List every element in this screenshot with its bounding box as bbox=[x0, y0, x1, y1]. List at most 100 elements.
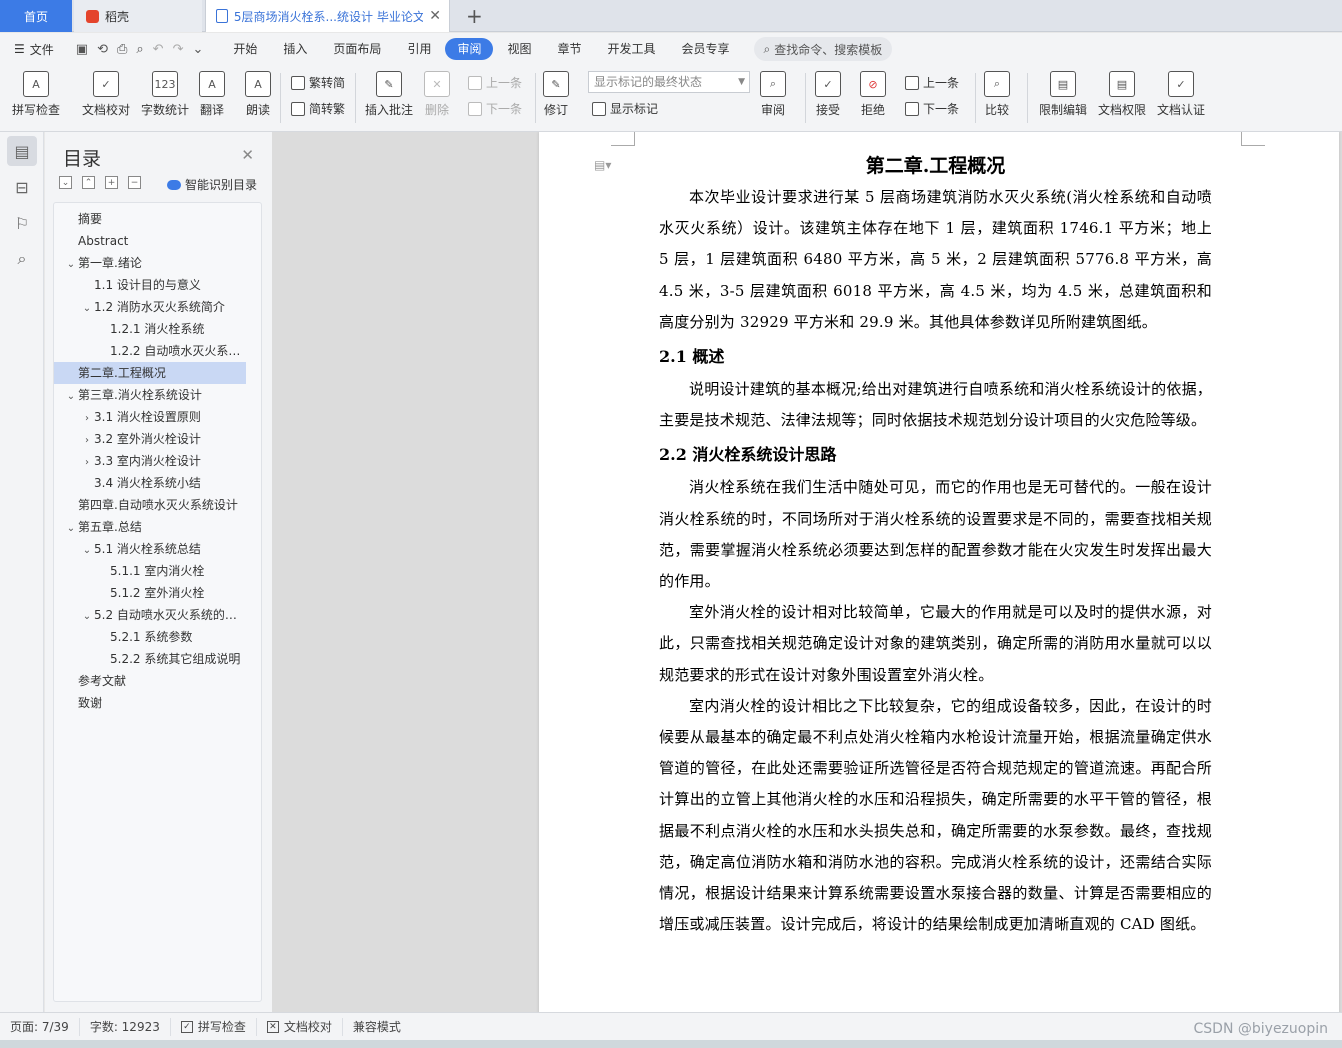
chevron-down-icon[interactable]: ⌄ bbox=[80, 298, 94, 318]
toc-item-label: 5.2 自动喷水灭火系统的总结 bbox=[94, 608, 246, 622]
toc-item[interactable]: ⌄ 5.2 自动喷水灭火系统的总结 bbox=[54, 604, 246, 626]
toc-item[interactable]: 1.2.2 自动喷水灭火系统简介 bbox=[54, 340, 246, 362]
toc-item[interactable]: 致谢 bbox=[54, 692, 246, 714]
spell-check-toggle[interactable]: ✓ 拼写检查 bbox=[171, 1017, 257, 1036]
translate-button[interactable]: A 翻译 bbox=[199, 71, 225, 118]
toc-item[interactable]: 参考文献 bbox=[54, 670, 246, 692]
page-count: 页面: 7/39 bbox=[10, 1020, 69, 1034]
toc-panel-icon[interactable]: ▤ bbox=[7, 136, 37, 166]
prev-comment-button[interactable]: 上一条 bbox=[468, 74, 522, 91]
close-icon[interactable]: ✕ bbox=[429, 8, 441, 24]
search-icon[interactable]: ⌕ bbox=[7, 244, 37, 274]
toc-item[interactable]: 1.1 设计目的与意义 bbox=[54, 274, 246, 296]
toc-item[interactable]: Abstract bbox=[54, 230, 246, 252]
undo-icon[interactable]: ↶ bbox=[153, 42, 164, 57]
menu-tab[interactable]: 页面布局 bbox=[321, 38, 393, 60]
bookmark-icon[interactable]: ⚐ bbox=[7, 208, 37, 238]
menu-tab[interactable]: 章节 bbox=[545, 38, 593, 60]
spell-check-button[interactable]: A 拼写检查 bbox=[12, 71, 60, 118]
word-count-indicator[interactable]: 字数: 12923 bbox=[80, 1017, 171, 1036]
redo-icon[interactable]: ↷ bbox=[173, 42, 184, 57]
chevron-right-icon[interactable]: › bbox=[80, 408, 94, 428]
chevron-down-icon[interactable]: ⌄ bbox=[64, 386, 78, 406]
simp-to-trad-button[interactable]: 简转繁 bbox=[291, 100, 345, 117]
tab-docer[interactable]: 稻壳 bbox=[74, 0, 202, 32]
chevron-down-icon[interactable]: ⌄ bbox=[80, 606, 94, 626]
divider bbox=[805, 73, 806, 123]
file-menu[interactable]: ☰ 文件 bbox=[14, 41, 54, 58]
toc-item[interactable]: 第四章.自动喷水灭火系统设计 bbox=[54, 494, 246, 516]
close-icon[interactable]: ✕ bbox=[241, 146, 254, 164]
menu-bar: ☰ 文件 ▣ ⟲ ⎙ ⌕ ↶ ↷ ⌄ 开始 插入 页面布局 引用 审阅 视图 章节 开发工具会… bbox=[0, 33, 1342, 65]
insert-comment-button[interactable]: ✎ 插入批注 bbox=[365, 71, 413, 118]
paragraph-menu-icon[interactable]: ▤▾ bbox=[594, 158, 611, 172]
toc-item[interactable]: › 3.1 消火栓设置原则 bbox=[54, 406, 246, 428]
reject-button[interactable]: ⊘ 拒绝 bbox=[860, 71, 886, 118]
more-chevron-icon[interactable]: ⌄ bbox=[192, 42, 203, 57]
toc-item[interactable]: ⌄ 第五章.总结 bbox=[54, 516, 246, 538]
toc-item[interactable]: 3.4 消火栓系统小结 bbox=[54, 472, 246, 494]
smart-toc-button[interactable]: 智能识别目录 bbox=[167, 176, 257, 193]
add-tab-icon[interactable]: + bbox=[466, 4, 483, 28]
menu-tab[interactable]: 会员专享 bbox=[670, 38, 742, 60]
markup-state-select[interactable]: 显示标记的最终状态 ▼ bbox=[588, 71, 750, 93]
chevron-down-icon[interactable]: ⌄ bbox=[64, 518, 78, 538]
toc-item[interactable]: › 3.2 室外消火栓设计 bbox=[54, 428, 246, 450]
word-count-button[interactable]: 123 字数统计 bbox=[141, 71, 189, 118]
toc-item[interactable]: ⌄ 5.1 消火栓系统总结 bbox=[54, 538, 246, 560]
menu-tab[interactable]: 插入 bbox=[271, 38, 319, 60]
toc-item[interactable]: 第二章.工程概况 bbox=[54, 362, 246, 384]
print-preview-icon[interactable]: ⌕ bbox=[136, 42, 143, 57]
print-icon[interactable]: ⎙ bbox=[117, 42, 127, 57]
restrict-edit-button[interactable]: ▤ 限制编辑 bbox=[1039, 71, 1087, 118]
compare-button[interactable]: ⌕ 比较 bbox=[984, 71, 1010, 118]
toc-item[interactable]: 摘要 bbox=[54, 208, 246, 230]
next-change-button[interactable]: 下一条 bbox=[905, 100, 959, 117]
toc-item[interactable]: 5.1.2 室外消火栓 bbox=[54, 582, 246, 604]
trad-to-simp-button[interactable]: 繁转简 bbox=[291, 74, 345, 91]
toc-item[interactable]: 5.2.2 系统其它组成说明 bbox=[54, 648, 246, 670]
tab-document[interactable]: 5层商场消火栓系...统设计 毕业论文 ✕ bbox=[205, 0, 450, 32]
toc-item[interactable]: 5.2.1 系统参数 bbox=[54, 626, 246, 648]
accept-button[interactable]: ✓ 接受 bbox=[815, 71, 841, 118]
chevron-right-icon[interactable]: › bbox=[80, 452, 94, 472]
menu-tab[interactable]: 审阅 bbox=[445, 38, 494, 60]
menu-tab[interactable]: 开始 bbox=[221, 38, 269, 60]
toc-item[interactable]: ⌄ 第一章.绪论 bbox=[54, 252, 246, 274]
toc-item[interactable]: › 3.3 室内消火栓设计 bbox=[54, 450, 246, 472]
chevron-right-icon[interactable]: › bbox=[80, 430, 94, 450]
collapse-all-icon[interactable]: ⌃ bbox=[82, 176, 95, 189]
doc-cert-button[interactable]: ✓ 文档认证 bbox=[1157, 71, 1205, 118]
chevron-down-icon[interactable]: ⌄ bbox=[64, 254, 78, 274]
doc-rights-button[interactable]: ▤ 文档权限 bbox=[1098, 71, 1146, 118]
toc-item[interactable]: 5.1.1 室内消火栓 bbox=[54, 560, 246, 582]
outline-icon[interactable]: ⊟ bbox=[7, 172, 37, 202]
page-indicator[interactable]: 页面: 7/39 bbox=[0, 1017, 80, 1036]
toc-item[interactable]: ⌄ 第三章.消火栓系统设计 bbox=[54, 384, 246, 406]
command-search[interactable]: ⌕ 查找命令、搜索模板 bbox=[753, 37, 893, 61]
prev-change-button[interactable]: 上一条 bbox=[905, 74, 959, 91]
accept-icon: ✓ bbox=[815, 71, 841, 97]
review-pane-button[interactable]: ⌕ 审阅 bbox=[760, 71, 786, 118]
delete-comment-button[interactable]: ✕ 删除 bbox=[424, 71, 450, 118]
format-painter-icon[interactable]: ⟲ bbox=[97, 42, 108, 57]
menu-tab[interactable]: 引用 bbox=[395, 38, 443, 60]
toc-item[interactable]: 1.2.1 消火栓系统 bbox=[54, 318, 246, 340]
expand-all-icon[interactable]: ⌄ bbox=[59, 176, 72, 189]
toc-item[interactable]: ⌄ 1.2 消防水灭火系统简介 bbox=[54, 296, 246, 318]
show-markup-button[interactable]: 显示标记 bbox=[592, 100, 658, 117]
ai-icon bbox=[167, 179, 181, 190]
minus-icon[interactable]: − bbox=[128, 176, 141, 189]
doc-proof-toggle[interactable]: ✕ 文档校对 bbox=[257, 1017, 343, 1036]
doc-proof-button[interactable]: ✓ 文档校对 bbox=[82, 71, 130, 118]
next-comment-button[interactable]: 下一条 bbox=[468, 100, 522, 117]
track-changes-button[interactable]: ✎ 修订 bbox=[543, 71, 569, 118]
menu-tab[interactable]: 开发工具 bbox=[596, 38, 668, 60]
menu-tab[interactable]: 视图 bbox=[495, 38, 543, 60]
tab-home[interactable]: 首页 bbox=[0, 0, 72, 32]
read-aloud-button[interactable]: A 朗读 bbox=[245, 71, 271, 118]
plus-icon[interactable]: + bbox=[105, 176, 118, 189]
chevron-down-icon[interactable]: ⌄ bbox=[80, 540, 94, 560]
document-page[interactable]: ▤▾ 第二章.工程概况 本次毕业设计要求进行某 5 层商场建筑消防水灭火系统(消… bbox=[539, 132, 1339, 1012]
save-icon[interactable]: ▣ bbox=[76, 42, 88, 57]
